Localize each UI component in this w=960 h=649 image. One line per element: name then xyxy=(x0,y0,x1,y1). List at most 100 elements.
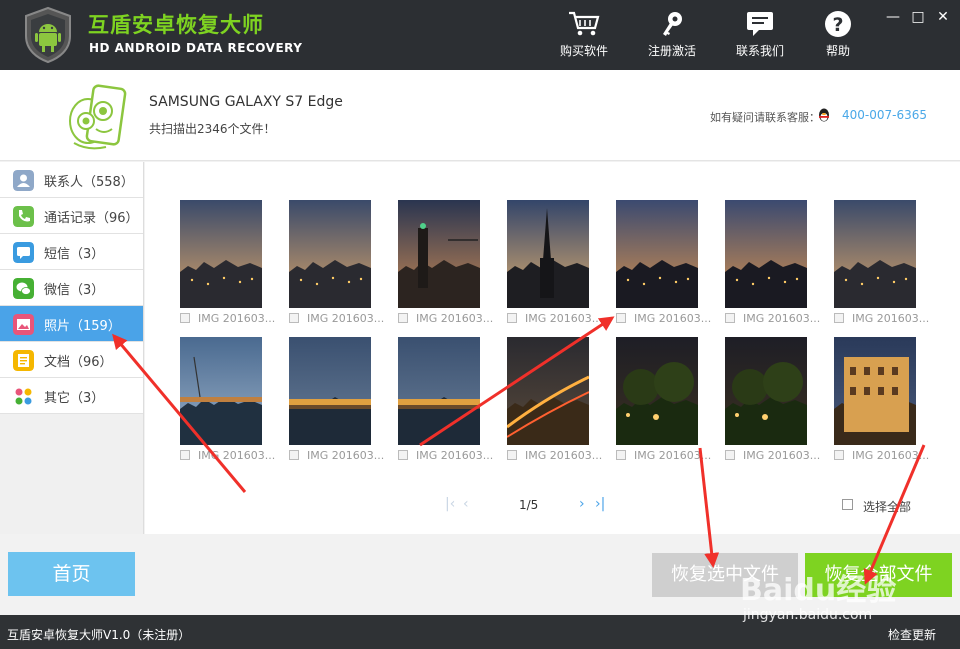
checkbox[interactable] xyxy=(842,499,853,510)
support-phone-link[interactable]: 400-007-6365 xyxy=(842,108,927,122)
photo-thumbnail[interactable] xyxy=(289,337,371,445)
buy-software-button[interactable]: 购买软件 xyxy=(548,8,620,64)
status-bar: 互盾安卓恢复大师V1.0（未注册） 检查更新 xyxy=(0,615,960,649)
help-button[interactable]: ? 帮助 xyxy=(802,8,874,64)
prev-page-icon[interactable]: ‹ xyxy=(463,496,469,512)
checkbox[interactable] xyxy=(398,313,408,323)
photo-caption[interactable]: IMG 201603... xyxy=(725,449,821,463)
buy-software-label: 购买软件 xyxy=(559,44,608,58)
photo-thumbnail[interactable] xyxy=(180,337,262,445)
checkbox[interactable] xyxy=(616,450,626,460)
photo-filename: IMG 201603... xyxy=(852,449,930,462)
category-wechat[interactable]: 微信（3） xyxy=(0,270,143,306)
category-label: 文档（96） xyxy=(44,355,113,370)
device-name: SAMSUNG GALAXY S7 Edge xyxy=(149,94,343,110)
chat-icon xyxy=(747,12,773,36)
photo-thumbnail[interactable] xyxy=(289,200,371,308)
checkbox[interactable] xyxy=(507,313,517,323)
category-sms[interactable]: 短信（3） xyxy=(0,234,143,270)
contact-us-label: 联系我们 xyxy=(735,44,784,58)
photo-filename: IMG 201603... xyxy=(852,312,930,325)
photo-image xyxy=(834,200,916,308)
checkbox[interactable] xyxy=(289,313,299,323)
photo-filename: IMG 201603... xyxy=(307,312,385,325)
photo-filename: IMG 201603... xyxy=(525,449,603,462)
maximize-button[interactable]: □ xyxy=(907,8,929,26)
photo-caption[interactable]: IMG 201603... xyxy=(398,449,494,463)
checkbox[interactable] xyxy=(725,450,735,460)
checkbox[interactable] xyxy=(289,450,299,460)
photo-caption[interactable]: IMG 201603... xyxy=(289,312,385,326)
category-documents[interactable]: 文档（96） xyxy=(0,342,143,378)
photo-thumbnail[interactable] xyxy=(507,200,589,308)
photo-image xyxy=(725,200,807,308)
photo-caption[interactable]: IMG 201603... xyxy=(180,449,276,463)
document-icon xyxy=(13,350,34,371)
photo-thumbnail[interactable] xyxy=(616,200,698,308)
photo-caption[interactable]: IMG 201603... xyxy=(834,449,930,463)
category-other[interactable]: 其它（3） xyxy=(0,378,143,414)
contact-us-button[interactable]: 联系我们 xyxy=(724,8,796,64)
photo-caption[interactable]: IMG 201603... xyxy=(834,312,930,326)
device-info-panel: SAMSUNG GALAXY S7 Edge 共扫描出2346个文件！ 如有疑问… xyxy=(0,70,960,161)
svg-text:?: ? xyxy=(832,14,843,36)
sms-icon xyxy=(13,242,34,263)
next-page-icon[interactable]: › xyxy=(579,496,585,512)
checkbox[interactable] xyxy=(180,450,190,460)
qq-penguin-icon[interactable] xyxy=(816,107,832,123)
close-button[interactable]: ✕ xyxy=(932,8,954,26)
photo-caption[interactable]: IMG 201603... xyxy=(616,449,712,463)
photo-filename: IMG 201603... xyxy=(525,312,603,325)
photo-caption[interactable]: IMG 201603... xyxy=(289,449,385,463)
photo-thumbnail[interactable] xyxy=(398,200,480,308)
photo-caption[interactable]: IMG 201603... xyxy=(507,449,603,463)
category-contacts[interactable]: 联系人（558） xyxy=(0,162,143,198)
photo-image xyxy=(180,200,262,308)
photo-thumbnail[interactable] xyxy=(180,200,262,308)
title-bar: 互盾安卓恢复大师 HD ANDROID DATA RECOVERY 购买软件 注… xyxy=(0,0,960,70)
checkbox[interactable] xyxy=(834,313,844,323)
app-subtitle: HD ANDROID DATA RECOVERY xyxy=(89,41,303,55)
checkbox[interactable] xyxy=(725,313,735,323)
photo-filename: IMG 201603... xyxy=(198,449,276,462)
photo-thumbnail[interactable] xyxy=(834,200,916,308)
photo-caption[interactable]: IMG 201603... xyxy=(507,312,603,326)
photo-thumbnail[interactable] xyxy=(398,337,480,445)
recover-all-button[interactable]: 恢复全部文件 xyxy=(805,553,952,597)
wechat-icon xyxy=(13,278,34,299)
photo-image xyxy=(507,200,589,308)
photo-thumbnail[interactable] xyxy=(616,337,698,445)
photo-thumbnail[interactable] xyxy=(834,337,916,445)
category-call-log[interactable]: 通话记录（96） xyxy=(0,198,143,234)
checkbox[interactable] xyxy=(507,450,517,460)
photo-thumbnail[interactable] xyxy=(725,337,807,445)
photo-icon xyxy=(13,314,34,335)
photo-filename: IMG 201603... xyxy=(307,449,385,462)
photo-thumbnail[interactable] xyxy=(507,337,589,445)
photo-filename: IMG 201603... xyxy=(634,312,712,325)
checkbox[interactable] xyxy=(180,313,190,323)
category-label: 其它（3） xyxy=(44,391,105,406)
photo-caption[interactable]: IMG 201603... xyxy=(616,312,712,326)
category-label: 联系人（558） xyxy=(44,175,134,190)
photo-image xyxy=(398,337,480,445)
page-indicator: 1/5 xyxy=(519,498,539,512)
checkbox[interactable] xyxy=(834,450,844,460)
last-page-icon[interactable]: ›| xyxy=(595,496,605,512)
photo-caption[interactable]: IMG 201603... xyxy=(398,312,494,326)
check-update-link[interactable]: 检查更新 xyxy=(888,626,936,643)
category-photos[interactable]: 照片（159） xyxy=(0,306,143,342)
checkbox[interactable] xyxy=(398,450,408,460)
photo-caption[interactable]: IMG 201603... xyxy=(180,312,276,326)
key-icon xyxy=(663,12,682,36)
home-button[interactable]: 首页 xyxy=(8,552,135,596)
register-activate-button[interactable]: 注册激活 xyxy=(636,8,708,64)
first-page-icon[interactable]: |‹ xyxy=(445,496,455,512)
select-all-label: 选择全部 xyxy=(863,500,912,514)
recover-selected-button[interactable]: 恢复选中文件 xyxy=(652,553,798,597)
minimize-button[interactable]: — xyxy=(882,8,904,26)
checkbox[interactable] xyxy=(616,313,626,323)
photo-thumbnail[interactable] xyxy=(725,200,807,308)
photo-caption[interactable]: IMG 201603... xyxy=(725,312,821,326)
photo-filename: IMG 201603... xyxy=(416,312,494,325)
